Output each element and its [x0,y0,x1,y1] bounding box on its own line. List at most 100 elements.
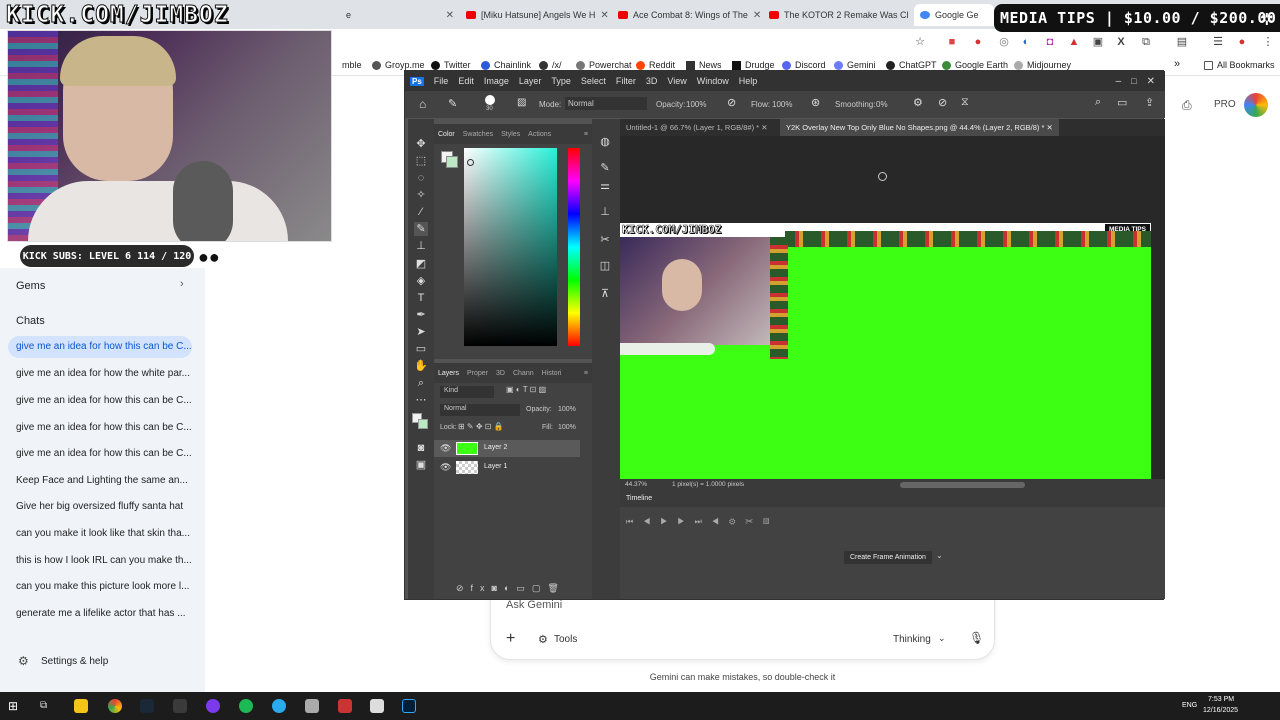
bookmark[interactable]: News [686,60,722,70]
app-icon[interactable] [370,699,384,713]
tools-icon[interactable]: ⚙ [538,633,548,646]
menu-view[interactable]: View [667,76,686,86]
opacity-value[interactable]: 100% [686,100,706,109]
all-bookmarks[interactable]: All Bookmarks [1204,60,1275,70]
tools-button[interactable]: Tools [554,634,577,645]
app-icon[interactable] [338,699,352,713]
minimize-icon[interactable]: – [1116,76,1122,87]
browser-tab[interactable]: The KOTOR 2 Remake Was Cl✕ [763,4,913,26]
menu-type[interactable]: Type [551,76,571,86]
menu-help[interactable]: Help [739,76,758,86]
background-color[interactable] [446,156,458,168]
color-picker-handle[interactable] [467,159,474,166]
layer-actions-icons[interactable]: ⊘fx◙◐▭▢🗑 [456,583,566,594]
tab-color[interactable]: Color [438,131,455,138]
photoshop-taskbar-icon[interactable] [402,699,416,713]
chat-item[interactable]: give me an idea for how this can be C... [8,443,192,465]
eye-icon[interactable]: 👁 [440,462,451,473]
layer-row-selected[interactable]: 👁 Layer 2 [434,440,580,457]
glyphs-icon[interactable]: ⊼ [598,287,612,301]
gems-link[interactable]: Gems [16,280,45,292]
account-avatar[interactable] [1244,93,1268,117]
windows-start-icon[interactable]: ⊞ [8,699,22,713]
chevron-down-icon[interactable]: ⌄ [938,633,946,644]
mode-selector[interactable]: Thinking [893,634,931,645]
bookmark[interactable]: Groyp.me [372,60,425,70]
share-icon[interactable]: ⇪ [1145,96,1154,109]
pressure-size-icon[interactable]: ⊘ [938,96,947,109]
bookmark[interactable]: Google Earth [942,60,1008,70]
extension-icon[interactable]: ◘ [1044,36,1056,48]
maximize-icon[interactable]: □ [1131,76,1136,86]
extension-icon[interactable]: ■ [946,36,958,48]
menu-window[interactable]: Window [697,76,729,86]
browser-tab-active[interactable]: Google Ge [914,4,994,26]
extension-icon[interactable]: ● [972,36,984,48]
tab-styles[interactable]: Styles [501,131,520,138]
adjustments-icon[interactable]: ⚌ [598,179,612,193]
color-field[interactable] [464,148,557,346]
prompt-input-placeholder[interactable]: Ask Gemini [506,599,562,611]
gemini-prompt-box[interactable]: Ask Gemini + ⚙ Tools Thinking ⌄ 🎙 [490,592,995,660]
settings-help-link[interactable]: Settings & help [41,656,108,667]
chat-item[interactable]: give me an idea for how this can be C... [8,390,192,412]
eraser-tool-icon[interactable]: ◩ [414,257,428,271]
marquee-tool-icon[interactable]: ⬚ [414,154,428,168]
tab-swatches[interactable]: Swatches [463,131,493,138]
menu-filter[interactable]: Filter [616,76,636,86]
chat-item[interactable]: can you make it look like that skin tha.… [8,523,192,545]
microphone-icon[interactable]: 🎙 [969,631,984,645]
type-tool-icon[interactable]: T [414,291,428,305]
background-color[interactable] [418,419,428,429]
layer-filter-icons[interactable]: ▣ ◐ T ⊡ ▨ [506,385,546,394]
smoothing-value[interactable]: 0% [876,100,888,109]
extension-icon[interactable]: ▲ [1068,36,1080,48]
move-tool-icon[interactable]: ✥ [414,137,428,151]
zoom-tool-icon[interactable]: ⌕ [414,376,428,390]
bookmark[interactable]: Chainlink [481,60,531,70]
screen-mode-icon[interactable]: ▣ [414,458,428,472]
bookmark[interactable]: Powerchat [576,60,632,70]
bookmark[interactable]: Reddit [636,60,675,70]
close-icon[interactable]: ✕ [446,10,454,21]
task-view-icon[interactable]: ⧉ [40,699,54,713]
eye-icon[interactable]: 👁 [440,443,451,454]
brush-tool-icon[interactable]: ✎ [414,222,428,236]
chat-item[interactable]: this is how I look IRL can you make th..… [8,550,192,572]
rectangle-tool-icon[interactable]: ▭ [414,342,428,356]
pen-tool-icon[interactable]: ✒ [414,308,428,322]
pressure-opacity-icon[interactable]: ⊘ [727,96,736,109]
timeline-title[interactable]: Timeline [626,495,652,502]
timeline-controls[interactable]: ⏮◀▶▶⏭◀⚙✂▨ [626,517,780,527]
telegram-icon[interactable] [272,699,286,713]
create-frame-animation-button[interactable]: Create Frame Animation [844,551,932,564]
brush-panel-icon[interactable]: ✎ [598,161,612,175]
panel-menu-icon[interactable]: ≡ [584,370,588,377]
tab-layers[interactable]: Layers [438,370,459,377]
panel-menu-icon[interactable]: ≡ [584,131,588,138]
bookmark[interactable]: /x/ [539,60,562,70]
clock-date[interactable]: 12/16/2025 [1203,707,1238,714]
layer-row[interactable]: 👁 Layer 1 [434,459,580,476]
pro-badge[interactable]: PRO [1214,99,1236,110]
bookmark[interactable]: mble [342,60,362,70]
eyedropper-icon[interactable]: ⁄ [414,205,428,219]
doc-tab-active[interactable]: Y2K Overlay New Top Only Blue No Shapes.… [780,119,1059,136]
bookmark[interactable]: Discord [782,60,826,70]
brush-preview[interactable] [485,95,495,105]
layer-name[interactable]: Layer 1 [484,463,507,470]
symmetry-icon[interactable]: ⧖ [961,96,969,109]
bucket-tool-icon[interactable]: ◈ [414,274,428,288]
search-icon[interactable]: ⌕ [1095,96,1101,109]
chat-item[interactable]: Keep Face and Lighting the same an... [8,470,192,492]
menu-image[interactable]: Image [484,76,509,86]
layer-filter-kind[interactable]: Kind [440,386,494,398]
steam-icon[interactable] [140,699,154,713]
tab-channels[interactable]: Chann [513,370,534,377]
bookmark[interactable]: Drudge [732,60,775,70]
tab-3d[interactable]: 3D [496,370,505,377]
menu-file[interactable]: File [434,76,449,86]
workspace-icon[interactable]: ▭ [1117,96,1127,109]
clone-source-icon[interactable]: ⊥ [598,205,612,219]
hue-slider[interactable] [568,148,580,346]
